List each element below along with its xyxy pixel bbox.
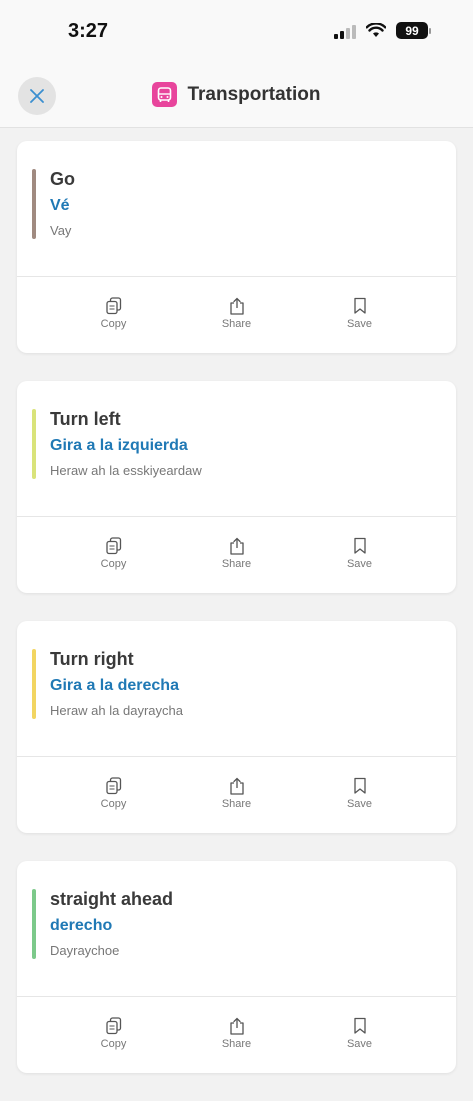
copy-icon: [105, 297, 121, 315]
save-button[interactable]: Save: [330, 537, 390, 570]
pronunciation: Dayraychoe: [50, 943, 120, 958]
status-icons: 99: [334, 22, 431, 39]
cellular-signal-icon: [334, 23, 356, 39]
card-actions: Copy Share Save: [17, 777, 456, 810]
divider: [17, 756, 456, 757]
share-icon: [229, 537, 244, 555]
status-bar: 3:27 99: [0, 0, 473, 62]
share-label: Share: [221, 558, 252, 570]
battery-icon: 99: [396, 22, 431, 39]
share-label: Share: [221, 318, 252, 330]
status-time: 3:27: [68, 20, 109, 42]
english-phrase: straight ahead: [50, 889, 174, 909]
save-button[interactable]: Save: [330, 297, 390, 330]
save-button[interactable]: Save: [330, 777, 390, 810]
copy-button[interactable]: Copy: [84, 1017, 144, 1050]
copy-button[interactable]: Copy: [84, 777, 144, 810]
page-title-group: Transportation: [0, 82, 473, 107]
english-phrase: Go: [50, 169, 75, 189]
english-phrase: Turn right: [50, 649, 134, 669]
spanish-phrase: Gira a la derecha: [50, 677, 179, 694]
bus-icon: [152, 82, 178, 107]
page-title: Transportation: [187, 83, 321, 105]
wifi-icon: [366, 23, 386, 37]
save-label: Save: [346, 1038, 373, 1050]
copy-label: Copy: [100, 1038, 127, 1050]
phrase-card: straight ahead derecho Dayraychoe Copy S…: [17, 861, 456, 1073]
copy-button[interactable]: Copy: [84, 537, 144, 570]
phrase-card: Turn right Gira a la derecha Heraw ah la…: [17, 621, 456, 833]
share-button[interactable]: Share: [207, 297, 267, 330]
save-label: Save: [346, 798, 373, 810]
pronunciation: Heraw ah la esskiyeardaw: [50, 463, 202, 478]
pronunciation: Heraw ah la dayraycha: [50, 703, 183, 718]
bookmark-icon: [353, 777, 366, 794]
header: Transportation: [0, 62, 473, 128]
spanish-phrase: Gira a la izquierda: [50, 437, 188, 454]
accent-bar: [32, 649, 36, 719]
accent-bar: [32, 169, 36, 239]
copy-icon: [105, 1017, 121, 1035]
card-actions: Copy Share Save: [17, 537, 456, 570]
share-icon: [229, 777, 244, 795]
pronunciation: Vay: [50, 223, 72, 238]
bookmark-icon: [353, 1017, 366, 1034]
share-icon: [229, 297, 244, 315]
phrase-card: Turn left Gira a la izquierda Heraw ah l…: [17, 381, 456, 593]
share-label: Share: [221, 1038, 252, 1050]
english-phrase: Turn left: [50, 409, 121, 429]
save-label: Save: [346, 318, 373, 330]
copy-icon: [105, 777, 121, 795]
battery-level: 99: [396, 22, 428, 39]
divider: [17, 996, 456, 997]
share-icon: [229, 1017, 244, 1035]
share-button[interactable]: Share: [207, 777, 267, 810]
copy-label: Copy: [100, 798, 127, 810]
card-actions: Copy Share Save: [17, 297, 456, 330]
bookmark-icon: [353, 537, 366, 554]
phrase-list: Go Vé Vay Copy Share Save Turn left Gira…: [17, 141, 456, 1101]
share-button[interactable]: Share: [207, 537, 267, 570]
share-button[interactable]: Share: [207, 1017, 267, 1050]
accent-bar: [32, 889, 36, 959]
phrase-card: Go Vé Vay Copy Share Save: [17, 141, 456, 353]
card-actions: Copy Share Save: [17, 1017, 456, 1050]
divider: [17, 276, 456, 277]
copy-label: Copy: [100, 318, 127, 330]
save-label: Save: [346, 558, 373, 570]
copy-button[interactable]: Copy: [84, 297, 144, 330]
spanish-phrase: derecho: [50, 917, 113, 934]
copy-icon: [105, 537, 121, 555]
accent-bar: [32, 409, 36, 479]
copy-label: Copy: [100, 558, 127, 570]
bookmark-icon: [353, 297, 366, 314]
save-button[interactable]: Save: [330, 1017, 390, 1050]
divider: [17, 516, 456, 517]
share-label: Share: [221, 798, 252, 810]
spanish-phrase: Vé: [50, 197, 70, 214]
